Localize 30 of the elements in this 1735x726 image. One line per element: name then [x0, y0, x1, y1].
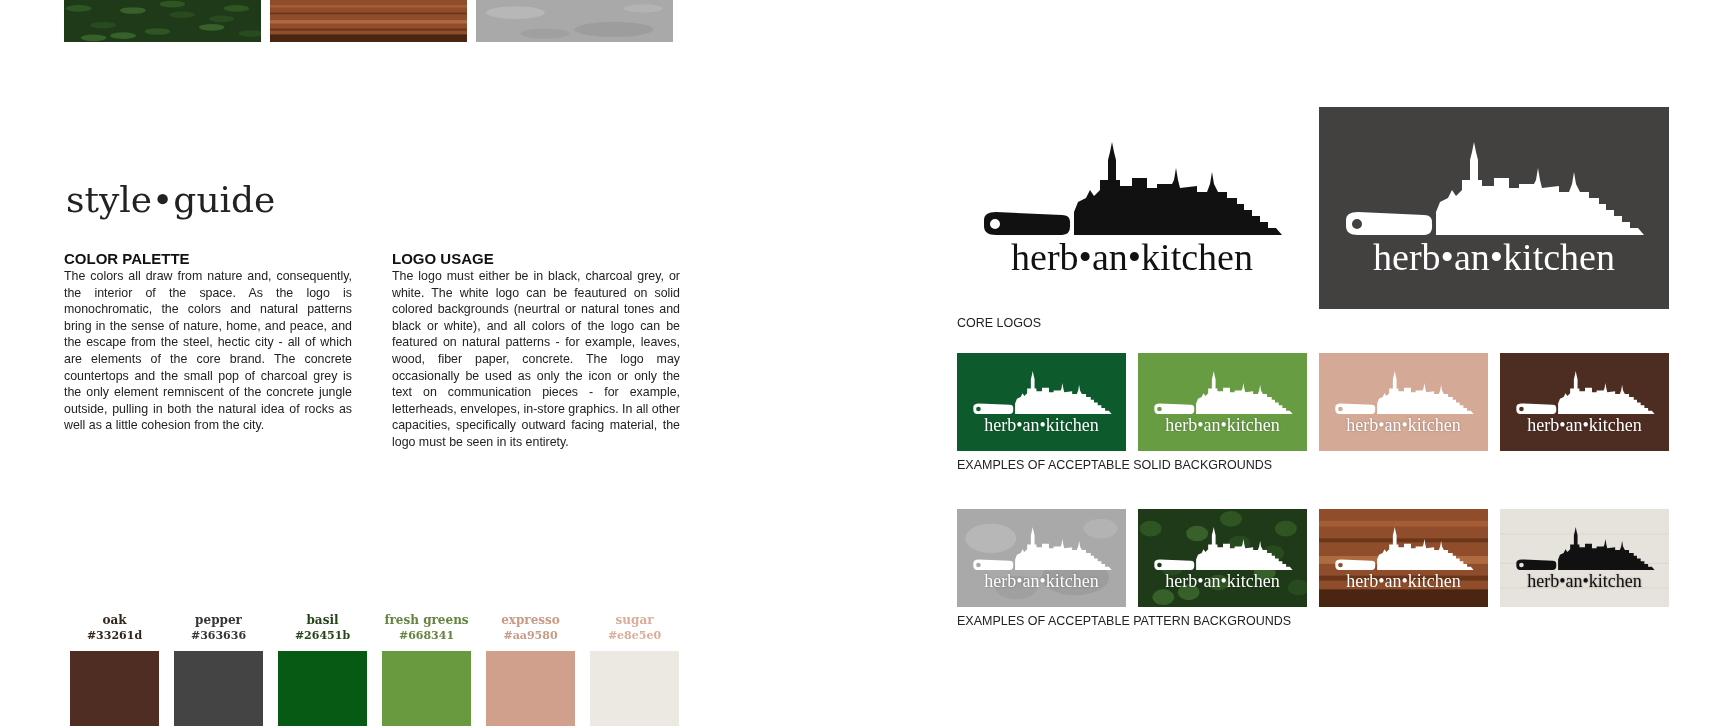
logo-text: herb•an•kitchen [1527, 414, 1642, 435]
logo-text: herb•an•kitchen [1165, 570, 1280, 591]
color-hex: #668341 [398, 628, 455, 643]
section-paragraph: The colors all draw from nature and, consequently, the interior of the space. As the logo is monochromatic, the colors and natural patterns bring in the sense of nature, home, and peace, and the escape from the steel, hectic city - all of which are elements of the core brand. The concrete countertops and the small pop of charcoal grey is the only element remniscent of the concrete jungle outside, pulling in both the natural idea of rocks as well as a little cohesion from the city. [64, 268, 352, 434]
color-hex: #aa9580 [503, 628, 558, 643]
logo-text: herb•an•kitchen [984, 414, 1099, 435]
color-hex: #e8e5e0 [607, 628, 662, 643]
color-name: fresh greens [384, 613, 469, 628]
section-paragraph: The logo must either be in black, charcoal grey, or white. The white logo can be feautured on solid colored backgrounds (neurtral or natural tones and black or white), and all colors of the logo can be featured on natural patterns - for example, leaves, wood, fiber paper, concrete. The logo may occasionally be used as only the icon or only the text on communication pieces - for example, letterheads, envelopes, in-store graphics. In all other capacities, specifically outward facing material, the logo must be seen in its entirety. [392, 268, 680, 451]
color-hex: #26451b [294, 628, 351, 643]
color-name: basil [306, 613, 339, 628]
logo-text: herb•an•kitchen [1373, 236, 1615, 277]
color-hex: #363636 [190, 628, 247, 643]
logo-text: herb•an•kitchen [1527, 570, 1642, 591]
color-hex: #33261d [86, 628, 143, 643]
caption: EXAMPLES OF ACCEPTABLE SOLID BACKGROUNDS [957, 457, 1274, 473]
section-heading: LOGO USAGE [392, 250, 495, 268]
page-title: style•guide [66, 178, 277, 222]
color-name: expresso [501, 613, 560, 628]
section-heading: COLOR PALETTE [64, 250, 191, 268]
logo-text: herb•an•kitchen [1346, 414, 1461, 435]
logo-text: herb•an•kitchen [984, 570, 1099, 591]
color-name: pepper [195, 613, 242, 628]
color-name: sugar [615, 613, 654, 628]
caption: CORE LOGOS [957, 315, 1043, 331]
logo-text: herb•an•kitchen [1011, 236, 1253, 277]
logo-text: herb•an•kitchen [1165, 414, 1280, 435]
color-name: oak [102, 613, 127, 628]
caption: EXAMPLES OF ACCEPTABLE PATTERN BACKGROUNDS [957, 613, 1293, 629]
logo-text: herb•an•kitchen [1346, 570, 1461, 591]
